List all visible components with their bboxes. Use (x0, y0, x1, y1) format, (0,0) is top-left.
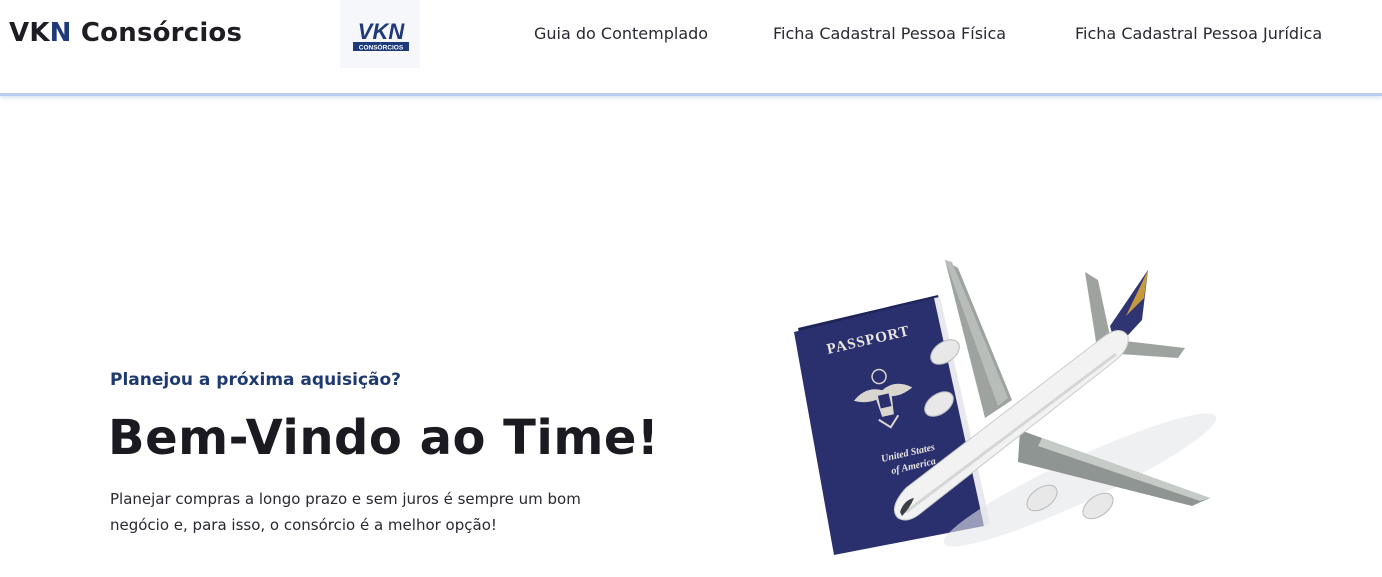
logo-subtext: CONSÓRCIOS (359, 43, 404, 52)
nav-ficha-pessoa-fisica[interactable]: Ficha Cadastral Pessoa Física (773, 24, 1006, 43)
brand-highlight: N (49, 18, 72, 48)
brand-suffix: Consórcios (71, 18, 243, 48)
hero-description: Planejar compras a longo prazo e sem jur… (110, 486, 650, 538)
brand-prefix: VK (9, 18, 50, 48)
logo-letters: VKN (358, 20, 406, 44)
brand-name[interactable]: VKN Consórcios (9, 18, 242, 48)
site-header: VKN Consórcios VKN CONSÓRCIOS Guia do Co… (0, 0, 1382, 96)
nav-ficha-pessoa-juridica[interactable]: Ficha Cadastral Pessoa Jurídica (1075, 24, 1322, 43)
hero-eyebrow: Planejou a próxima aquisição? (110, 370, 402, 390)
nav-guia-do-contemplado[interactable]: Guia do Contemplado (534, 24, 708, 43)
passport-airplane-illustration: PASSPORT United States of America (794, 260, 1217, 555)
vkn-logo-mark: VKN CONSÓRCIOS (353, 20, 409, 52)
passport-illustration: PASSPORT United States of America (794, 295, 990, 555)
hero-description-line-2: negócio e, para isso, o consórcio é a me… (110, 516, 497, 534)
vkn-logo[interactable]: VKN CONSÓRCIOS (340, 0, 420, 68)
hero-title: Bem-Vindo ao Time! (108, 410, 660, 466)
hero-description-line-1: Planejar compras a longo prazo e sem jur… (110, 490, 581, 508)
